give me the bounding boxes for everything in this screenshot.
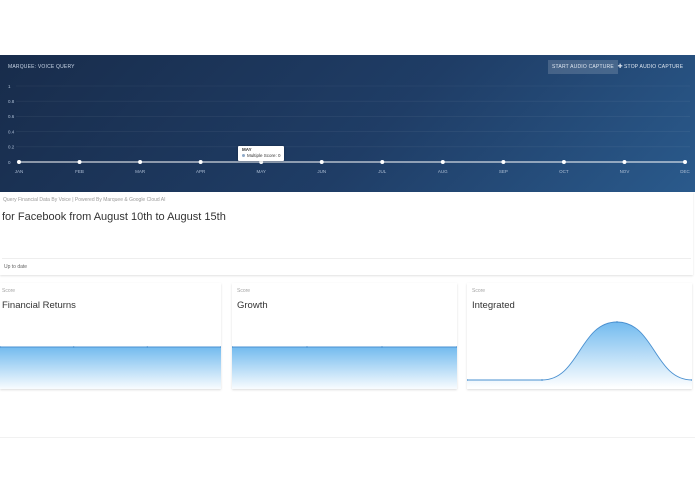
data-point: [146, 346, 149, 348]
card-title: Growth: [237, 300, 268, 311]
x-tick-label: MAY: [256, 169, 265, 174]
data-point: [77, 160, 82, 164]
card-caption: Score: [237, 288, 251, 294]
x-tick-label: JUL: [378, 169, 386, 174]
query-transcript: for Facebook from August 10th to August …: [2, 211, 226, 223]
data-point: [501, 160, 506, 164]
integrated-card: Score Integrated: [467, 283, 692, 389]
voice-query-chart-panel: 1 0.8 0.6 0.4 0.2 0 JAN FEB MAR APR MAY JUN JUL AUG SE…: [0, 55, 695, 192]
data-point: [440, 160, 445, 164]
start-audio-capture-label: START AUDIO CAPTURE: [552, 64, 614, 70]
data-point: [616, 321, 618, 323]
x-tick-label: OCT: [559, 169, 569, 174]
series-area: [0, 347, 221, 389]
x-tick-label: JUN: [317, 169, 326, 174]
data-point: [541, 379, 543, 381]
panel-title: MARQUEE: VOICE QUERY: [8, 64, 75, 70]
card-caption: Score: [472, 288, 486, 294]
data-point: [319, 160, 324, 164]
tooltip-value: Multiple Score: 0: [247, 153, 281, 158]
data-point: [683, 160, 687, 164]
y-tick-label: 0.2: [8, 145, 15, 150]
divider: [2, 258, 691, 259]
card-title: Financial Returns: [2, 300, 76, 311]
y-tick-label: 0.6: [8, 114, 15, 119]
monthly-score-chart: 1 0.8 0.6 0.4 0.2 0 JAN FEB MAR APR MAY JUN JUL AUG SE…: [8, 84, 690, 174]
x-tick-label: DEC: [680, 169, 690, 174]
data-point: [381, 346, 383, 348]
growth-chart: [232, 346, 457, 389]
query-card: Query Financial Data By Voice | Powered …: [0, 192, 693, 275]
divider: [0, 437, 695, 438]
data-point: [622, 160, 627, 164]
data-point: [380, 160, 385, 164]
data-point: [138, 160, 143, 164]
status-text: Up to date: [4, 264, 28, 270]
x-tick-label: MAR: [135, 169, 146, 174]
data-point: [17, 160, 21, 164]
data-point: [198, 160, 203, 164]
integrated-chart: [467, 321, 692, 388]
start-audio-capture-button[interactable]: START AUDIO CAPTURE ✚: [548, 60, 622, 74]
financial-returns-card: Score Financial Returns: [0, 283, 221, 389]
x-tick-label: JAN: [15, 169, 24, 174]
y-tick-label: 1: [8, 84, 11, 89]
x-tick-label: FEB: [75, 169, 84, 174]
x-tick-label: AUG: [438, 169, 448, 174]
series-dot-icon: [242, 154, 245, 158]
card-title: Integrated: [472, 300, 515, 311]
query-caption: Query Financial Data By Voice | Powered …: [3, 197, 166, 203]
financial-returns-chart: [0, 346, 221, 389]
stop-audio-capture-button[interactable]: STOP AUDIO CAPTURE: [620, 60, 690, 74]
series-area: [232, 347, 457, 389]
y-tick-label: 0.4: [8, 129, 15, 134]
card-caption: Score: [2, 288, 16, 294]
growth-card: Score Growth: [232, 283, 457, 389]
x-tick-label: NOV: [620, 169, 630, 174]
y-tick-label: 0: [8, 160, 11, 165]
chart-tooltip: MAY Multiple Score: 0: [238, 146, 284, 161]
data-point: [306, 346, 308, 348]
y-tick-label: 0.8: [8, 99, 15, 104]
data-point: [72, 346, 75, 348]
x-tick-label: SEP: [499, 169, 508, 174]
data-point: [561, 160, 566, 164]
x-tick-label: APR: [196, 169, 206, 174]
series-area: [467, 322, 692, 388]
